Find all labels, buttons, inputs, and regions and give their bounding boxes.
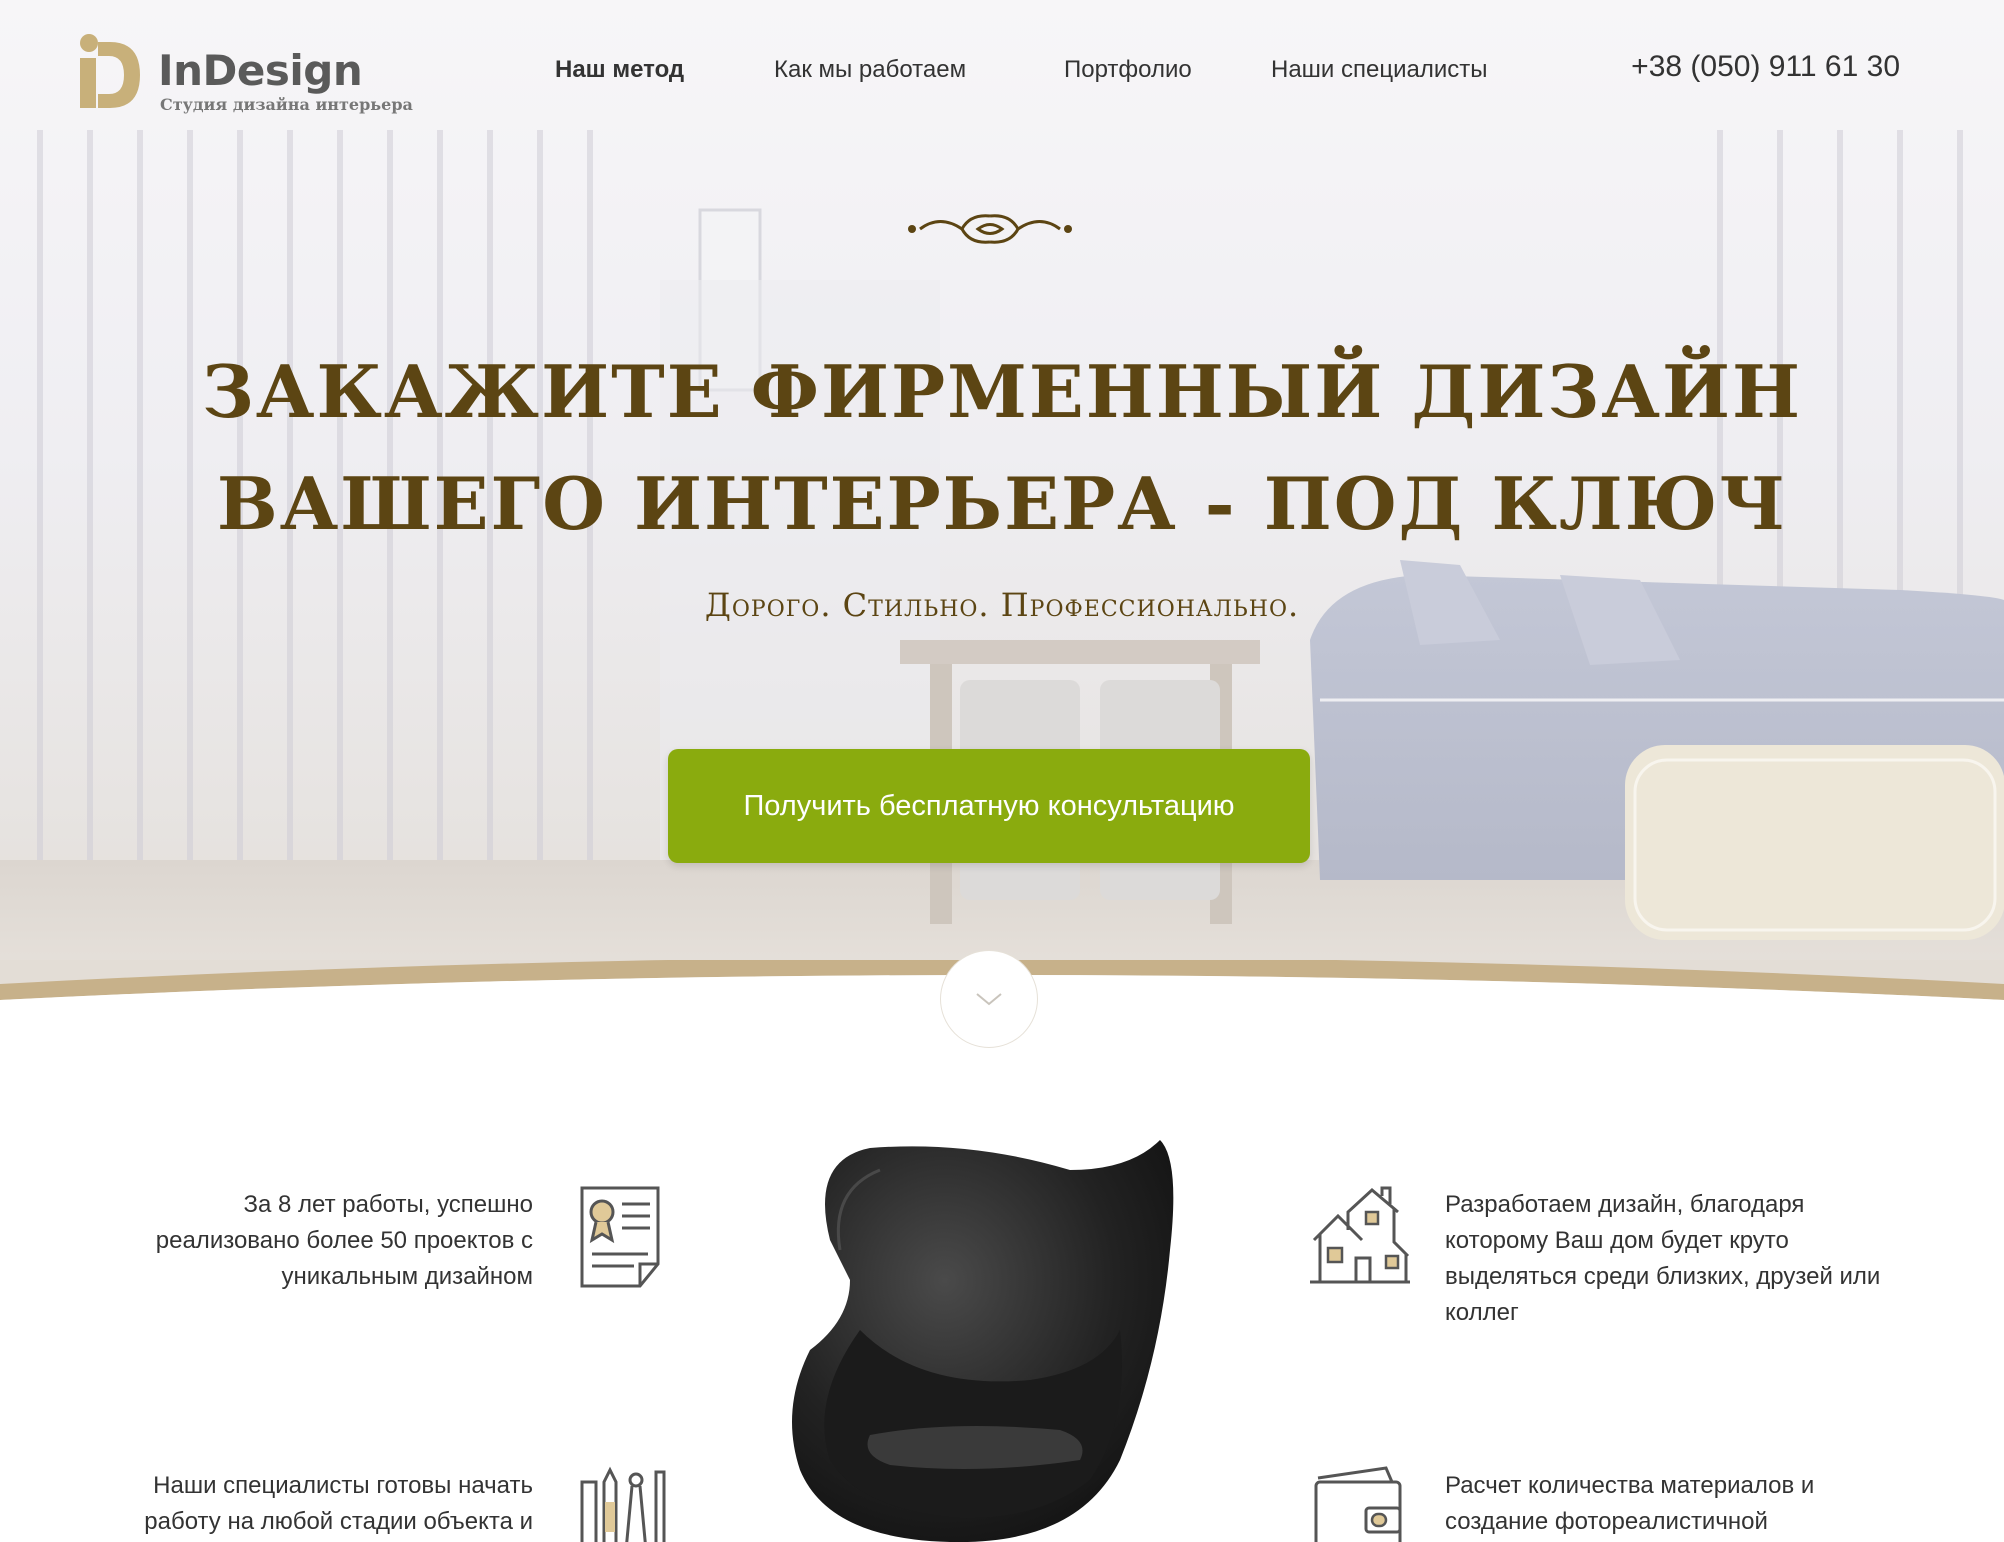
logo-tagline: Студия дизайна интерьера bbox=[160, 95, 413, 114]
hero-title: ЗАКАЖИТЕ ФИРМЕННЫЙ ДИЗАЙН ВАШЕГО ИНТЕРЬЕ… bbox=[0, 336, 2004, 560]
hero-subtitle: Дорого. Стильно. Профессионально. bbox=[704, 586, 1300, 624]
ornament-icon bbox=[908, 214, 1072, 244]
feature-experience-text: За 8 лет работы, успешно реализовано бол… bbox=[155, 1191, 533, 1290]
feature-calculation-text: Расчет количества материалов и создание … bbox=[1445, 1472, 1815, 1535]
free-consultation-button[interactable]: Получить бесплатную консультацию bbox=[668, 749, 1310, 863]
site-header: InDesign Студия дизайна интерьера Наш ме… bbox=[0, 0, 2004, 140]
wallet-icon bbox=[1314, 1466, 1402, 1542]
hero-title-line-1: ЗАКАЖИТЕ ФИРМЕННЫЙ ДИЗАЙН bbox=[201, 349, 1803, 434]
nav-item-specialists[interactable]: Наши специалисты bbox=[1271, 56, 1488, 84]
feature-specialists-text: Наши специалисты готовы начать работу на… bbox=[144, 1472, 533, 1535]
feature-design-text: Разработаем дизайн, благодаря которому В… bbox=[1445, 1191, 1881, 1326]
nav-item-portfolio[interactable]: Портфолио bbox=[1064, 56, 1192, 84]
scroll-down-button[interactable] bbox=[940, 950, 1038, 1048]
certificate-icon bbox=[580, 1186, 660, 1288]
drawing-tools-icon bbox=[580, 1466, 666, 1542]
houses-icon bbox=[1310, 1186, 1410, 1284]
nav-item-how-we-work[interactable]: Как мы работаем bbox=[774, 56, 966, 84]
hero-title-line-2: ВАШЕГО ИНТЕРЬЕРА - ПОД КЛЮЧ bbox=[216, 461, 1788, 546]
nav-item-method[interactable]: Наш метод bbox=[555, 56, 684, 84]
phone-number[interactable]: +38 (050) 911 61 30 bbox=[1631, 50, 1900, 84]
hero-section: InDesign Студия дизайна интерьера Наш ме… bbox=[0, 0, 2004, 1000]
chevron-down-icon bbox=[976, 993, 1002, 1006]
egg-chair-image bbox=[792, 1140, 1174, 1542]
